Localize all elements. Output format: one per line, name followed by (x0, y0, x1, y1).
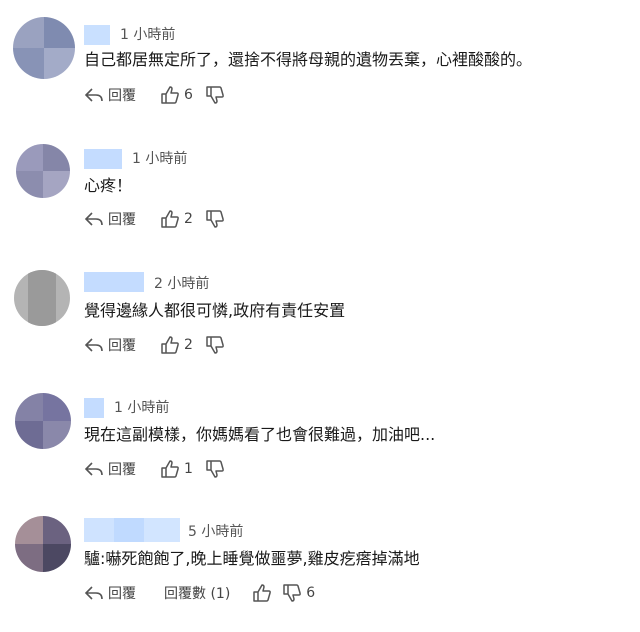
thumbs-up-icon (161, 460, 179, 478)
comment-actions: 回覆 2 (84, 207, 225, 231)
reply-icon (84, 462, 103, 476)
thumbs-up-icon (161, 336, 179, 354)
avatar[interactable] (13, 17, 75, 79)
dislike-button[interactable] (205, 85, 225, 105)
comment-time: 1 小時前 (132, 151, 188, 167)
avatar[interactable] (15, 393, 71, 449)
comment-text: 驢:嚇死飽飽了,晚上睡覺做噩夢,雞皮疙瘩掉滿地 (84, 549, 420, 568)
dislike-count: 6 (306, 585, 316, 601)
dislike-button[interactable]: 6 (282, 583, 315, 603)
thumbs-down-icon (206, 86, 224, 104)
comment-item: 5 小時前 驢:嚇死飽飽了,晚上睡覺做噩夢,雞皮疙瘩掉滿地 回覆 回覆數 (1)… (0, 514, 640, 632)
username-redacted[interactable] (84, 272, 144, 292)
thumbs-up-icon (253, 584, 272, 602)
comment-item: 2 小時前 覺得邊緣人都很可憐,政府有責任安置 回覆 2 (0, 266, 640, 384)
dislike-button[interactable] (205, 459, 225, 479)
replies-count-button[interactable]: 回覆數 (1) (164, 583, 230, 603)
reply-button[interactable]: 回覆 (84, 583, 136, 603)
like-count: 6 (184, 87, 193, 103)
like-button[interactable] (252, 583, 272, 603)
comment-text: 覺得邊緣人都很可憐,政府有責任安置 (84, 301, 346, 320)
reply-icon (84, 586, 103, 600)
like-count: 2 (184, 211, 193, 227)
username-redacted[interactable] (84, 518, 180, 542)
reply-button[interactable]: 回覆 (84, 85, 136, 105)
comment-time: 2 小時前 (154, 276, 210, 292)
avatar[interactable] (15, 516, 71, 572)
comment-actions: 回覆 1 (84, 457, 225, 481)
thumbs-up-icon (161, 210, 179, 228)
like-button[interactable]: 2 (160, 335, 193, 355)
comment-item: 1 小時前 現在這副模樣，你媽媽看了也會很難過，加油吧... 回覆 1 (0, 390, 640, 508)
comment-item: 1 小時前 心疼！ 回覆 2 (0, 140, 640, 258)
like-count: 2 (184, 337, 193, 353)
comment-time: 1 小時前 (120, 27, 176, 43)
reply-icon (84, 338, 103, 352)
avatar[interactable] (16, 144, 70, 198)
reply-button[interactable]: 回覆 (84, 209, 136, 229)
like-button[interactable]: 1 (160, 459, 193, 479)
avatar[interactable] (14, 270, 70, 326)
username-redacted[interactable] (84, 25, 110, 45)
comment-time: 1 小時前 (114, 400, 170, 416)
reply-button[interactable]: 回覆 (84, 335, 136, 355)
like-count: 1 (184, 461, 193, 477)
thumbs-up-icon (161, 86, 179, 104)
comment-text: 心疼！ (84, 176, 133, 195)
thumbs-down-icon (206, 460, 224, 478)
thumbs-down-icon (206, 210, 224, 228)
dislike-button[interactable] (205, 209, 225, 229)
comment-time: 5 小時前 (188, 524, 244, 540)
comment-actions: 回覆 回覆數 (1) 6 (84, 581, 315, 605)
comment-text: 現在這副模樣，你媽媽看了也會很難過，加油吧... (84, 425, 436, 444)
thumbs-down-icon (206, 336, 224, 354)
comment-actions: 回覆 2 (84, 333, 225, 357)
thumbs-down-icon (283, 584, 302, 602)
reply-icon (84, 88, 103, 102)
dislike-button[interactable] (205, 335, 225, 355)
comment-actions: 回覆 6 (84, 83, 225, 107)
comment-item: 1 小時前 自己都居無定所了，還捨不得將母親的遺物丟棄，心裡酸酸的。 回覆 6 (0, 16, 640, 134)
reply-icon (84, 212, 103, 226)
username-redacted[interactable] (84, 149, 122, 169)
like-button[interactable]: 6 (160, 85, 193, 105)
username-redacted[interactable] (84, 398, 104, 418)
reply-button[interactable]: 回覆 (84, 459, 136, 479)
comment-text: 自己都居無定所了，還捨不得將母親的遺物丟棄，心裡酸酸的。 (84, 50, 533, 69)
like-button[interactable]: 2 (160, 209, 193, 229)
